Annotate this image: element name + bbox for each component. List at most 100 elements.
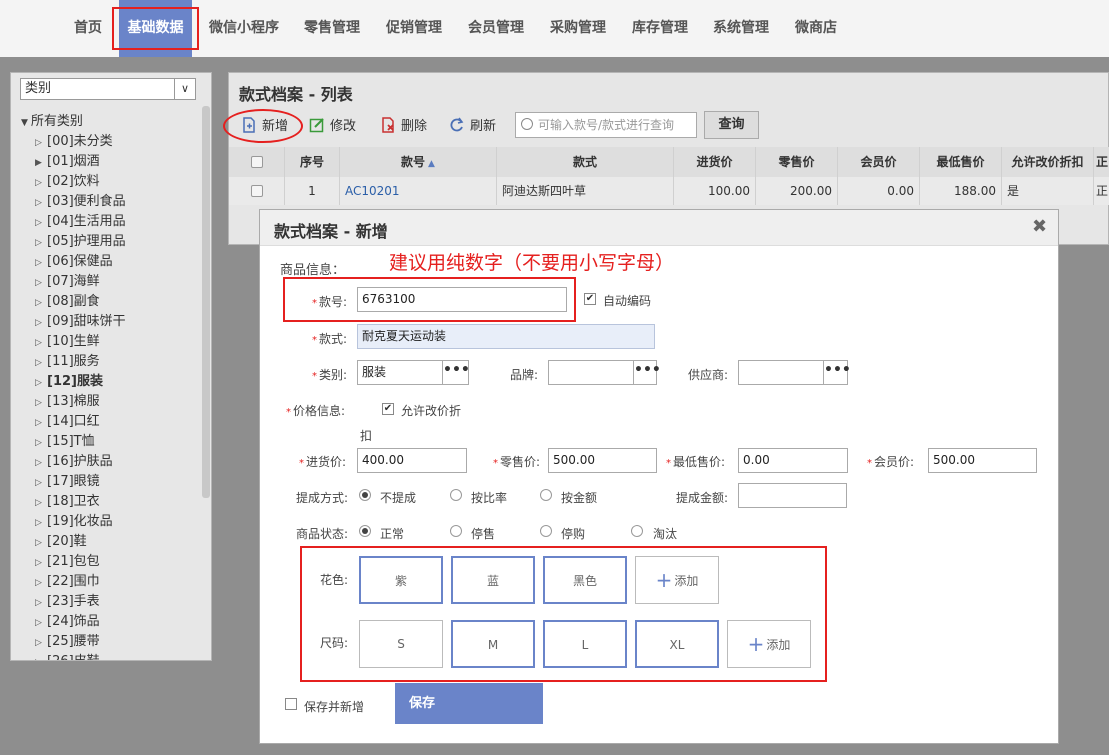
color-option[interactable]: 蓝 (451, 556, 535, 604)
search-input[interactable]: 可输入款号/款式进行查询 (515, 112, 697, 138)
tree-item[interactable]: ▷ [09]甜味饼干 (35, 312, 126, 332)
allow-discount-checkbox[interactable]: ✔ (382, 403, 394, 415)
expand-icon[interactable]: ▷ (35, 553, 47, 573)
save-and-new-checkbox[interactable] (285, 698, 297, 710)
expand-icon[interactable]: ▷ (35, 233, 47, 253)
tree-item[interactable]: ▷ [03]便利食品 (35, 192, 126, 212)
expand-icon[interactable]: ▷ (35, 313, 47, 333)
expand-icon[interactable]: ▷ (35, 173, 47, 193)
category-select[interactable]: 类别 (20, 78, 196, 100)
expand-icon[interactable]: ▷ (35, 633, 47, 653)
tree-item[interactable]: ▷ [05]护理用品 (35, 232, 126, 252)
nav-promotion[interactable]: 促销管理 (378, 0, 450, 57)
tree-item[interactable]: ▷ [20]鞋 (35, 532, 87, 552)
tree-item[interactable]: ▷ [12]服装 (35, 372, 103, 392)
commission-amount-field[interactable] (738, 483, 847, 508)
nav-system[interactable]: 系统管理 (704, 0, 778, 57)
edit-button[interactable]: 修改 (309, 115, 356, 139)
color-option[interactable]: 黑色 (543, 556, 627, 604)
tree-item[interactable]: ▷ [18]卫衣 (35, 492, 100, 512)
member-price-field[interactable]: 500.00 (928, 448, 1037, 473)
expand-icon[interactable]: ▷ (35, 393, 47, 413)
nav-micro-shop[interactable]: 微商店 (786, 0, 846, 57)
expand-icon[interactable]: ▷ (35, 413, 47, 433)
tree-item[interactable]: ▷ [13]棉服 (35, 392, 100, 412)
status-normal-radio[interactable] (359, 525, 371, 537)
expand-icon[interactable]: ▷ (35, 593, 47, 613)
supplier-picker-button[interactable]: ••• (823, 360, 851, 385)
expand-icon[interactable]: ▷ (35, 213, 47, 233)
tree-item[interactable]: ▷ [04]生活用品 (35, 212, 126, 232)
size-option[interactable]: XL (635, 620, 719, 668)
category-field[interactable]: 服装 (357, 360, 443, 385)
nav-member[interactable]: 会员管理 (460, 0, 532, 57)
tree-item[interactable]: ▷ [25]腰带 (35, 632, 100, 652)
retail-price-field[interactable]: 500.00 (548, 448, 657, 473)
brand-picker-button[interactable]: ••• (633, 360, 661, 385)
expand-icon[interactable]: ▷ (35, 353, 47, 373)
nav-home[interactable]: 首页 (62, 0, 114, 57)
supplier-field[interactable] (738, 360, 824, 385)
size-option[interactable]: L (543, 620, 627, 668)
tree-item[interactable]: ▷ [23]手表 (35, 592, 100, 612)
purchase-price-field[interactable]: 400.00 (357, 448, 467, 473)
expand-icon[interactable]: ▷ (35, 273, 47, 293)
tree-item[interactable]: ▷ [07]海鲜 (35, 272, 100, 292)
row-checkbox[interactable] (251, 185, 263, 197)
save-button[interactable]: 保存 (395, 683, 543, 724)
tree-item[interactable]: ▷[26]皮鞋 (35, 652, 100, 660)
status-stop-purchase-radio[interactable] (540, 525, 552, 537)
add-size-button[interactable]: + 添加 (727, 620, 811, 668)
expand-icon[interactable]: ▷ (35, 373, 47, 393)
tree-item[interactable]: ▷ [14]口红 (35, 412, 100, 432)
size-option[interactable]: S (359, 620, 443, 668)
delete-button[interactable]: 删除 (380, 115, 427, 139)
close-icon[interactable]: ✖ (1032, 216, 1047, 237)
status-stop-sale-radio[interactable] (450, 525, 462, 537)
tree-item[interactable]: ▷ [22]围巾 (35, 572, 100, 592)
expand-icon[interactable]: ▷ (35, 333, 47, 353)
commission-none-radio[interactable] (359, 489, 371, 501)
status-obsolete-radio[interactable] (631, 525, 643, 537)
commission-amount-radio[interactable] (540, 489, 552, 501)
tree-item[interactable]: ▷ [19]化妆品 (35, 512, 113, 532)
query-button[interactable]: 查询 (704, 111, 759, 139)
style-field[interactable]: 耐克夏天运动装 (357, 324, 655, 349)
expand-icon[interactable]: ▷ (35, 533, 47, 553)
tree-item[interactable]: ▷ [00]未分类 (35, 132, 113, 152)
brand-field[interactable] (548, 360, 634, 385)
tree-item[interactable]: ▶ [01]烟酒 (35, 152, 100, 172)
add-color-button[interactable]: + 添加 (635, 556, 719, 604)
col-code[interactable]: 款号 ▲ (340, 147, 497, 177)
min-price-field[interactable]: 0.00 (738, 448, 848, 473)
refresh-button[interactable]: 刷新 (449, 115, 496, 139)
commission-rate-radio[interactable] (450, 489, 462, 501)
expand-icon[interactable]: ▷ (35, 193, 47, 213)
size-option[interactable]: M (451, 620, 535, 668)
color-option[interactable]: 紫 (359, 556, 443, 604)
expand-icon[interactable]: ▷ (35, 613, 47, 633)
select-all-checkbox[interactable] (251, 156, 263, 168)
auto-code-checkbox[interactable]: ✔ (584, 293, 596, 305)
nav-retail[interactable]: 零售管理 (296, 0, 368, 57)
tree-item[interactable]: ▷ [11]服务 (35, 352, 100, 372)
sidebar-scrollbar[interactable] (202, 106, 210, 498)
expand-icon[interactable]: ▷ (35, 133, 47, 153)
expand-icon[interactable]: ▷ (35, 493, 47, 513)
expand-icon[interactable]: ▷ (35, 513, 47, 533)
tree-item[interactable]: ▷ [08]副食 (35, 292, 100, 312)
nav-mini-program[interactable]: 微信小程序 (200, 0, 288, 57)
tree-item[interactable]: ▷ [24]饰品 (35, 612, 100, 632)
tree-item[interactable]: ▷ [21]包包 (35, 552, 100, 572)
tree-item[interactable]: ▷ [10]生鲜 (35, 332, 100, 352)
tree-root[interactable]: ▼ 所有类别 (21, 112, 83, 132)
expand-icon[interactable]: ▷ (35, 293, 47, 313)
nav-inventory[interactable]: 库存管理 (624, 0, 696, 57)
expand-icon[interactable]: ▷ (35, 433, 47, 453)
tree-item[interactable]: ▷ [17]眼镜 (35, 472, 100, 492)
cell-code[interactable]: AC10201 (340, 177, 497, 205)
expand-icon[interactable]: ▷ (35, 453, 47, 473)
chevron-down-icon[interactable]: ∨ (174, 79, 195, 99)
expand-icon[interactable]: ▶ (35, 153, 47, 173)
expand-icon[interactable]: ▷ (35, 573, 47, 593)
